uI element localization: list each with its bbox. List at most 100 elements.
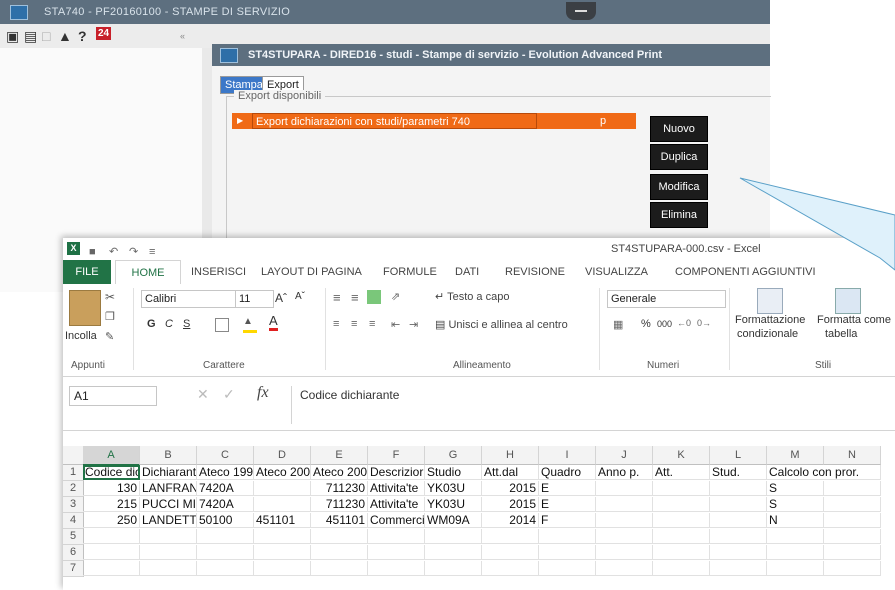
column-header[interactable]: D xyxy=(254,446,311,465)
calendar-icon[interactable]: 24 xyxy=(96,27,112,40)
table-cell[interactable] xyxy=(539,529,596,544)
table-cell[interactable] xyxy=(596,545,653,560)
decrease-indent-icon[interactable]: ⇤ xyxy=(391,318,400,331)
format-painter-icon[interactable]: ✎ xyxy=(105,330,114,343)
table-cell[interactable] xyxy=(824,513,881,528)
table-cell[interactable] xyxy=(83,561,140,576)
currency-icon[interactable]: ▦ xyxy=(613,318,623,331)
table-cell[interactable]: PUCCI MIF xyxy=(140,497,197,512)
shrink-font-icon[interactable]: Aˇ xyxy=(295,291,305,302)
format-as-table-icon[interactable] xyxy=(835,288,861,314)
table-cell[interactable]: 50100 xyxy=(197,513,254,528)
table-cell[interactable]: Anno p. xyxy=(596,465,653,480)
table-cell[interactable] xyxy=(254,545,311,560)
table-cell[interactable] xyxy=(596,497,653,512)
tab-file[interactable]: FILE xyxy=(63,260,111,284)
table-cell[interactable] xyxy=(653,497,710,512)
table-cell[interactable] xyxy=(254,497,311,512)
table-cell[interactable] xyxy=(311,561,368,576)
table-cell[interactable] xyxy=(767,545,824,560)
table-cell[interactable] xyxy=(596,481,653,496)
table-cell[interactable]: Stud. xyxy=(710,465,767,480)
table-cell[interactable]: Ateco 200 xyxy=(254,465,311,480)
table-cell[interactable]: F xyxy=(539,513,596,528)
table-cell[interactable]: Studio xyxy=(425,465,482,480)
nuovo-button[interactable]: Nuovo xyxy=(650,116,708,142)
print-icon[interactable]: ▤ xyxy=(24,28,37,45)
column-header[interactable]: F xyxy=(368,446,425,465)
table-cell[interactable] xyxy=(653,513,710,528)
merge-center-button[interactable]: ▤ Unisci e allinea al centro xyxy=(435,318,568,331)
tab-inserisci[interactable]: INSERISCI xyxy=(191,266,246,278)
table-cell[interactable] xyxy=(710,545,767,560)
grow-font-icon[interactable]: Aˆ xyxy=(275,291,287,305)
table-cell[interactable] xyxy=(425,545,482,560)
increase-decimal-icon[interactable]: ←0 xyxy=(677,318,691,328)
column-header[interactable]: J xyxy=(596,446,653,465)
percent-button[interactable]: % xyxy=(641,318,651,330)
table-cell[interactable] xyxy=(368,529,425,544)
wrap-text-button[interactable]: ↵ Testo a capo xyxy=(435,290,509,303)
table-cell[interactable] xyxy=(710,497,767,512)
tab-formule[interactable]: FORMULE xyxy=(383,266,437,278)
table-cell[interactable] xyxy=(710,529,767,544)
column-header[interactable]: L xyxy=(710,446,767,465)
italic-button[interactable]: C xyxy=(165,318,173,330)
insert-function-button[interactable]: fx xyxy=(257,384,269,402)
font-size-select[interactable]: 11 xyxy=(235,290,274,308)
table-cell[interactable] xyxy=(311,545,368,560)
table-cell[interactable]: E xyxy=(539,481,596,496)
paste-label[interactable]: Incolla xyxy=(65,330,97,342)
table-cell[interactable]: LANFRAN xyxy=(140,481,197,496)
table-cell[interactable] xyxy=(596,513,653,528)
table-cell[interactable] xyxy=(653,545,710,560)
table-cell[interactable]: 711230 xyxy=(311,481,368,496)
table-cell[interactable] xyxy=(824,481,881,496)
table-cell[interactable] xyxy=(197,529,254,544)
page-icon[interactable]: □ xyxy=(42,28,50,44)
table-cell[interactable]: Attivita'te xyxy=(368,481,425,496)
tab-visualizza[interactable]: VISUALIZZA xyxy=(585,266,648,278)
column-header[interactable]: G xyxy=(425,446,482,465)
table-cell[interactable] xyxy=(539,545,596,560)
formula-input[interactable]: Codice dichiarante xyxy=(291,386,895,424)
decrease-decimal-icon[interactable]: 0→ xyxy=(697,318,711,328)
table-cell[interactable]: Att. xyxy=(653,465,710,480)
table-cell[interactable]: 130 xyxy=(83,481,140,496)
fill-color-icon[interactable]: ▲ xyxy=(243,316,257,333)
table-cell[interactable]: Ateco 199 xyxy=(197,465,254,480)
modifica-button[interactable]: Modifica xyxy=(650,174,708,200)
tab-componenti-aggiuntivi[interactable]: COMPONENTI AGGIUNTIVI xyxy=(675,266,816,278)
table-cell[interactable] xyxy=(140,561,197,576)
align-left-icon[interactable]: ≡ xyxy=(333,318,339,330)
conditional-format-label-1[interactable]: Formattazione xyxy=(735,314,805,326)
tab-layout-di-pagina[interactable]: LAYOUT DI PAGINA xyxy=(261,266,362,278)
name-box[interactable]: A1 xyxy=(69,386,157,406)
table-cell[interactable]: N xyxy=(767,513,824,528)
table-cell[interactable]: LANDETTI xyxy=(140,513,197,528)
tab-dati[interactable]: DATI xyxy=(455,266,479,278)
table-cell[interactable] xyxy=(482,545,539,560)
table-cell[interactable] xyxy=(368,561,425,576)
export-code-cell[interactable]: p xyxy=(600,113,606,129)
table-cell[interactable] xyxy=(197,561,254,576)
table-cell[interactable]: 451101 xyxy=(254,513,311,528)
table-cell[interactable] xyxy=(824,545,881,560)
orientation-icon[interactable]: ⇗ xyxy=(391,290,400,303)
bold-button[interactable]: G xyxy=(147,318,156,330)
table-cell[interactable]: 7420A xyxy=(197,497,254,512)
table-cell[interactable]: WM09A xyxy=(425,513,482,528)
underline-button[interactable]: S xyxy=(183,318,190,330)
table-cell[interactable] xyxy=(653,481,710,496)
table-cell[interactable] xyxy=(824,465,881,480)
table-cell[interactable]: S xyxy=(767,497,824,512)
increase-indent-icon[interactable]: ⇥ xyxy=(409,318,418,331)
camera-icon[interactable]: ▣ xyxy=(6,28,19,45)
table-cell[interactable] xyxy=(710,561,767,576)
font-name-select[interactable]: Calibri xyxy=(141,290,236,308)
table-cell[interactable] xyxy=(767,561,824,576)
table-cell[interactable]: Quadro xyxy=(539,465,596,480)
table-cell[interactable]: 451101 xyxy=(311,513,368,528)
column-header[interactable]: K xyxy=(653,446,710,465)
row-header[interactable]: 6 xyxy=(63,545,84,561)
